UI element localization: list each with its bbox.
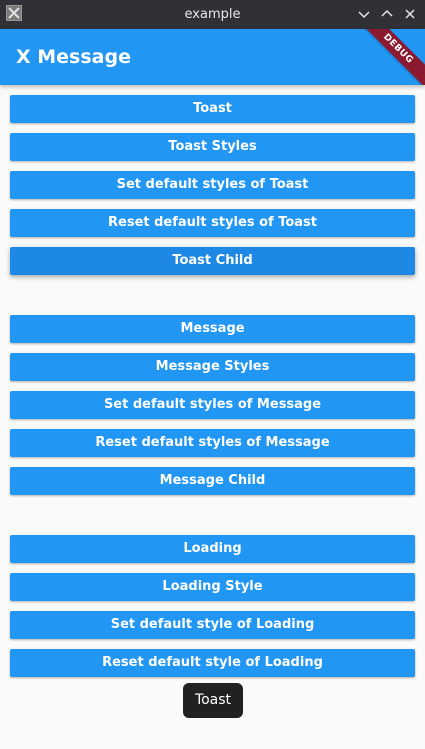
- message-button[interactable]: Message: [10, 315, 415, 343]
- toast-child-button[interactable]: Toast Child: [10, 247, 415, 275]
- set-default-toast-styles-button[interactable]: Set default styles of Toast: [10, 171, 415, 199]
- chevron-down-icon: [358, 11, 370, 19]
- close-button[interactable]: [402, 6, 418, 22]
- maximize-button[interactable]: [379, 6, 395, 22]
- loading-button[interactable]: Loading: [10, 535, 415, 563]
- button-list: Toast Toast Styles Set default styles of…: [0, 85, 425, 749]
- page-title: X Message: [16, 46, 131, 68]
- close-icon: [405, 9, 415, 19]
- title-bar[interactable]: example: [0, 0, 425, 29]
- minimize-button[interactable]: [356, 6, 372, 22]
- reset-default-message-styles-button[interactable]: Reset default styles of Message: [10, 429, 415, 457]
- debug-banner-container: DEBUG: [365, 29, 425, 85]
- loading-style-button[interactable]: Loading Style: [10, 573, 415, 601]
- chevron-up-icon: [381, 9, 393, 17]
- toast-styles-button[interactable]: Toast Styles: [10, 133, 415, 161]
- toast-popup: Toast: [183, 683, 243, 718]
- toast-button[interactable]: Toast: [10, 95, 415, 123]
- debug-banner: DEBUG: [365, 29, 425, 85]
- set-default-message-styles-button[interactable]: Set default styles of Message: [10, 391, 415, 419]
- reset-default-toast-styles-button[interactable]: Reset default styles of Toast: [10, 209, 415, 237]
- message-child-button[interactable]: Message Child: [10, 467, 415, 495]
- message-styles-button[interactable]: Message Styles: [10, 353, 415, 381]
- app-window: example X Message DEBUG Toast Toast Styl…: [0, 0, 425, 749]
- app-bar: X Message DEBUG: [0, 29, 425, 85]
- set-default-loading-style-button[interactable]: Set default style of Loading: [10, 611, 415, 639]
- reset-default-loading-style-button[interactable]: Reset default style of Loading: [10, 649, 415, 677]
